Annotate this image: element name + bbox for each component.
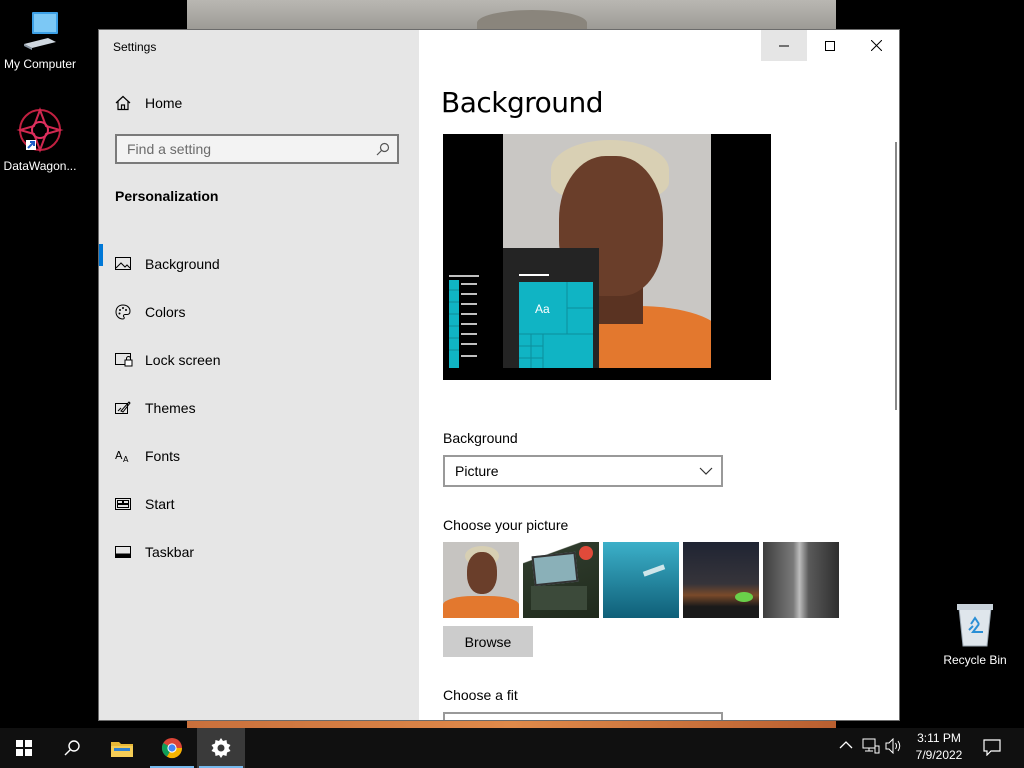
start-button[interactable] — [0, 728, 48, 768]
svg-text:A: A — [123, 455, 129, 463]
search-button[interactable] — [48, 728, 96, 768]
background-type-value: Picture — [455, 463, 499, 479]
nav-item-fonts[interactable]: A A Fonts — [99, 432, 419, 480]
personalization-nav: Background Colors Lock screen Themes A A… — [99, 240, 419, 576]
preview-caption-line — [519, 274, 549, 276]
nav-item-label: Taskbar — [145, 544, 195, 560]
preview-tiles: Aa — [519, 282, 593, 368]
datawagon-logo-icon — [16, 107, 64, 153]
svg-text:A: A — [115, 449, 123, 462]
nav-item-label: Start — [145, 496, 175, 512]
search-input[interactable] — [117, 140, 369, 158]
fonts-icon: A A — [115, 449, 129, 463]
chrome-button[interactable] — [148, 728, 196, 768]
desktop-icon-datawagon[interactable]: DataWagon... — [0, 106, 80, 173]
picture-thumbnail-portrait[interactable] — [443, 542, 519, 618]
home-icon — [115, 95, 131, 111]
gear-icon — [211, 738, 231, 758]
page-title: Background — [441, 86, 604, 119]
nav-item-label: Themes — [145, 400, 196, 416]
network-icon[interactable] — [862, 738, 880, 754]
themes-icon — [115, 401, 131, 414]
fit-dropdown[interactable] — [443, 712, 723, 720]
computer-icon — [24, 12, 58, 50]
picture-thumbnail-waterfall[interactable] — [763, 542, 839, 618]
nav-item-start[interactable]: Start — [99, 480, 419, 528]
desktop-icon-my-computer[interactable]: My Computer — [0, 8, 80, 71]
home-label: Home — [145, 95, 183, 111]
settings-taskbar-button[interactable] — [197, 728, 245, 768]
chevron-up-icon[interactable] — [839, 738, 853, 752]
background-type-label: Background — [443, 430, 518, 446]
picture-icon — [115, 257, 131, 270]
desktop-preview: Aa — [443, 134, 771, 380]
chevron-down-icon — [699, 467, 713, 475]
nav-item-label: Lock screen — [145, 352, 221, 368]
desktop-icon-label: My Computer — [3, 57, 77, 71]
home-button[interactable]: Home — [115, 92, 182, 114]
search-icon[interactable] — [369, 142, 397, 156]
nav-item-themes[interactable]: Themes — [99, 384, 419, 432]
background-settings-pane: Background Aa Background Picture Choose … — [419, 30, 899, 720]
picture-thumbnails — [443, 542, 839, 618]
nav-item-label: Background — [145, 256, 220, 272]
desktop-icon-label: Recycle Bin — [943, 653, 1007, 667]
search-icon — [64, 740, 80, 756]
nav-item-taskbar[interactable]: Taskbar — [99, 528, 419, 576]
browse-button[interactable]: Browse — [443, 626, 533, 657]
settings-search-box[interactable] — [115, 134, 399, 164]
settings-window: Settings Home Personalization — [99, 30, 899, 720]
content-scrollbar[interactable] — [895, 142, 897, 410]
picture-thumbnail-night-sky[interactable] — [683, 542, 759, 618]
picture-thumbnail-laptop[interactable] — [523, 542, 599, 618]
desktop-wallpaper-bottom — [187, 720, 836, 728]
nav-item-lock-screen[interactable]: Lock screen — [99, 336, 419, 384]
picture-thumbnail-underwater[interactable] — [603, 542, 679, 618]
nav-item-label: Fonts — [145, 448, 181, 464]
file-explorer-button[interactable] — [98, 728, 146, 768]
start-icon — [115, 498, 131, 510]
nav-item-label: Colors — [145, 304, 186, 320]
palette-icon — [115, 304, 131, 320]
preview-start-list — [449, 275, 479, 368]
taskbar-icon — [115, 546, 131, 558]
choose-fit-label: Choose a fit — [443, 687, 518, 703]
background-type-dropdown[interactable]: Picture — [443, 455, 723, 487]
volume-icon[interactable] — [885, 738, 903, 754]
system-clock[interactable]: 3:11 PM 7/9/2022 — [906, 730, 972, 764]
window-title: Settings — [113, 40, 157, 54]
folder-icon — [111, 742, 133, 757]
taskbar: 3:11 PM 7/9/2022 — [0, 728, 1024, 768]
clock-date: 7/9/2022 — [915, 748, 963, 762]
desktop-icon-label: DataWagon... — [3, 159, 77, 173]
action-center-icon[interactable] — [983, 739, 1001, 756]
desktop-wallpaper — [187, 0, 836, 36]
section-heading: Personalization — [115, 188, 219, 204]
windows-logo-icon — [16, 740, 32, 756]
nav-item-background[interactable]: Background — [99, 240, 419, 288]
choose-picture-label: Choose your picture — [443, 517, 569, 533]
settings-sidebar: Settings Home Personalization — [99, 30, 419, 720]
lock-screen-icon — [115, 353, 133, 367]
nav-item-colors[interactable]: Colors — [99, 288, 419, 336]
clock-time: 3:11 PM — [917, 731, 961, 745]
recycle-bin-icon — [957, 604, 993, 647]
preview-tile-text: Aa — [535, 302, 550, 316]
desktop-icon-recycle-bin[interactable]: Recycle Bin — [935, 602, 1015, 667]
chrome-icon — [161, 738, 183, 759]
